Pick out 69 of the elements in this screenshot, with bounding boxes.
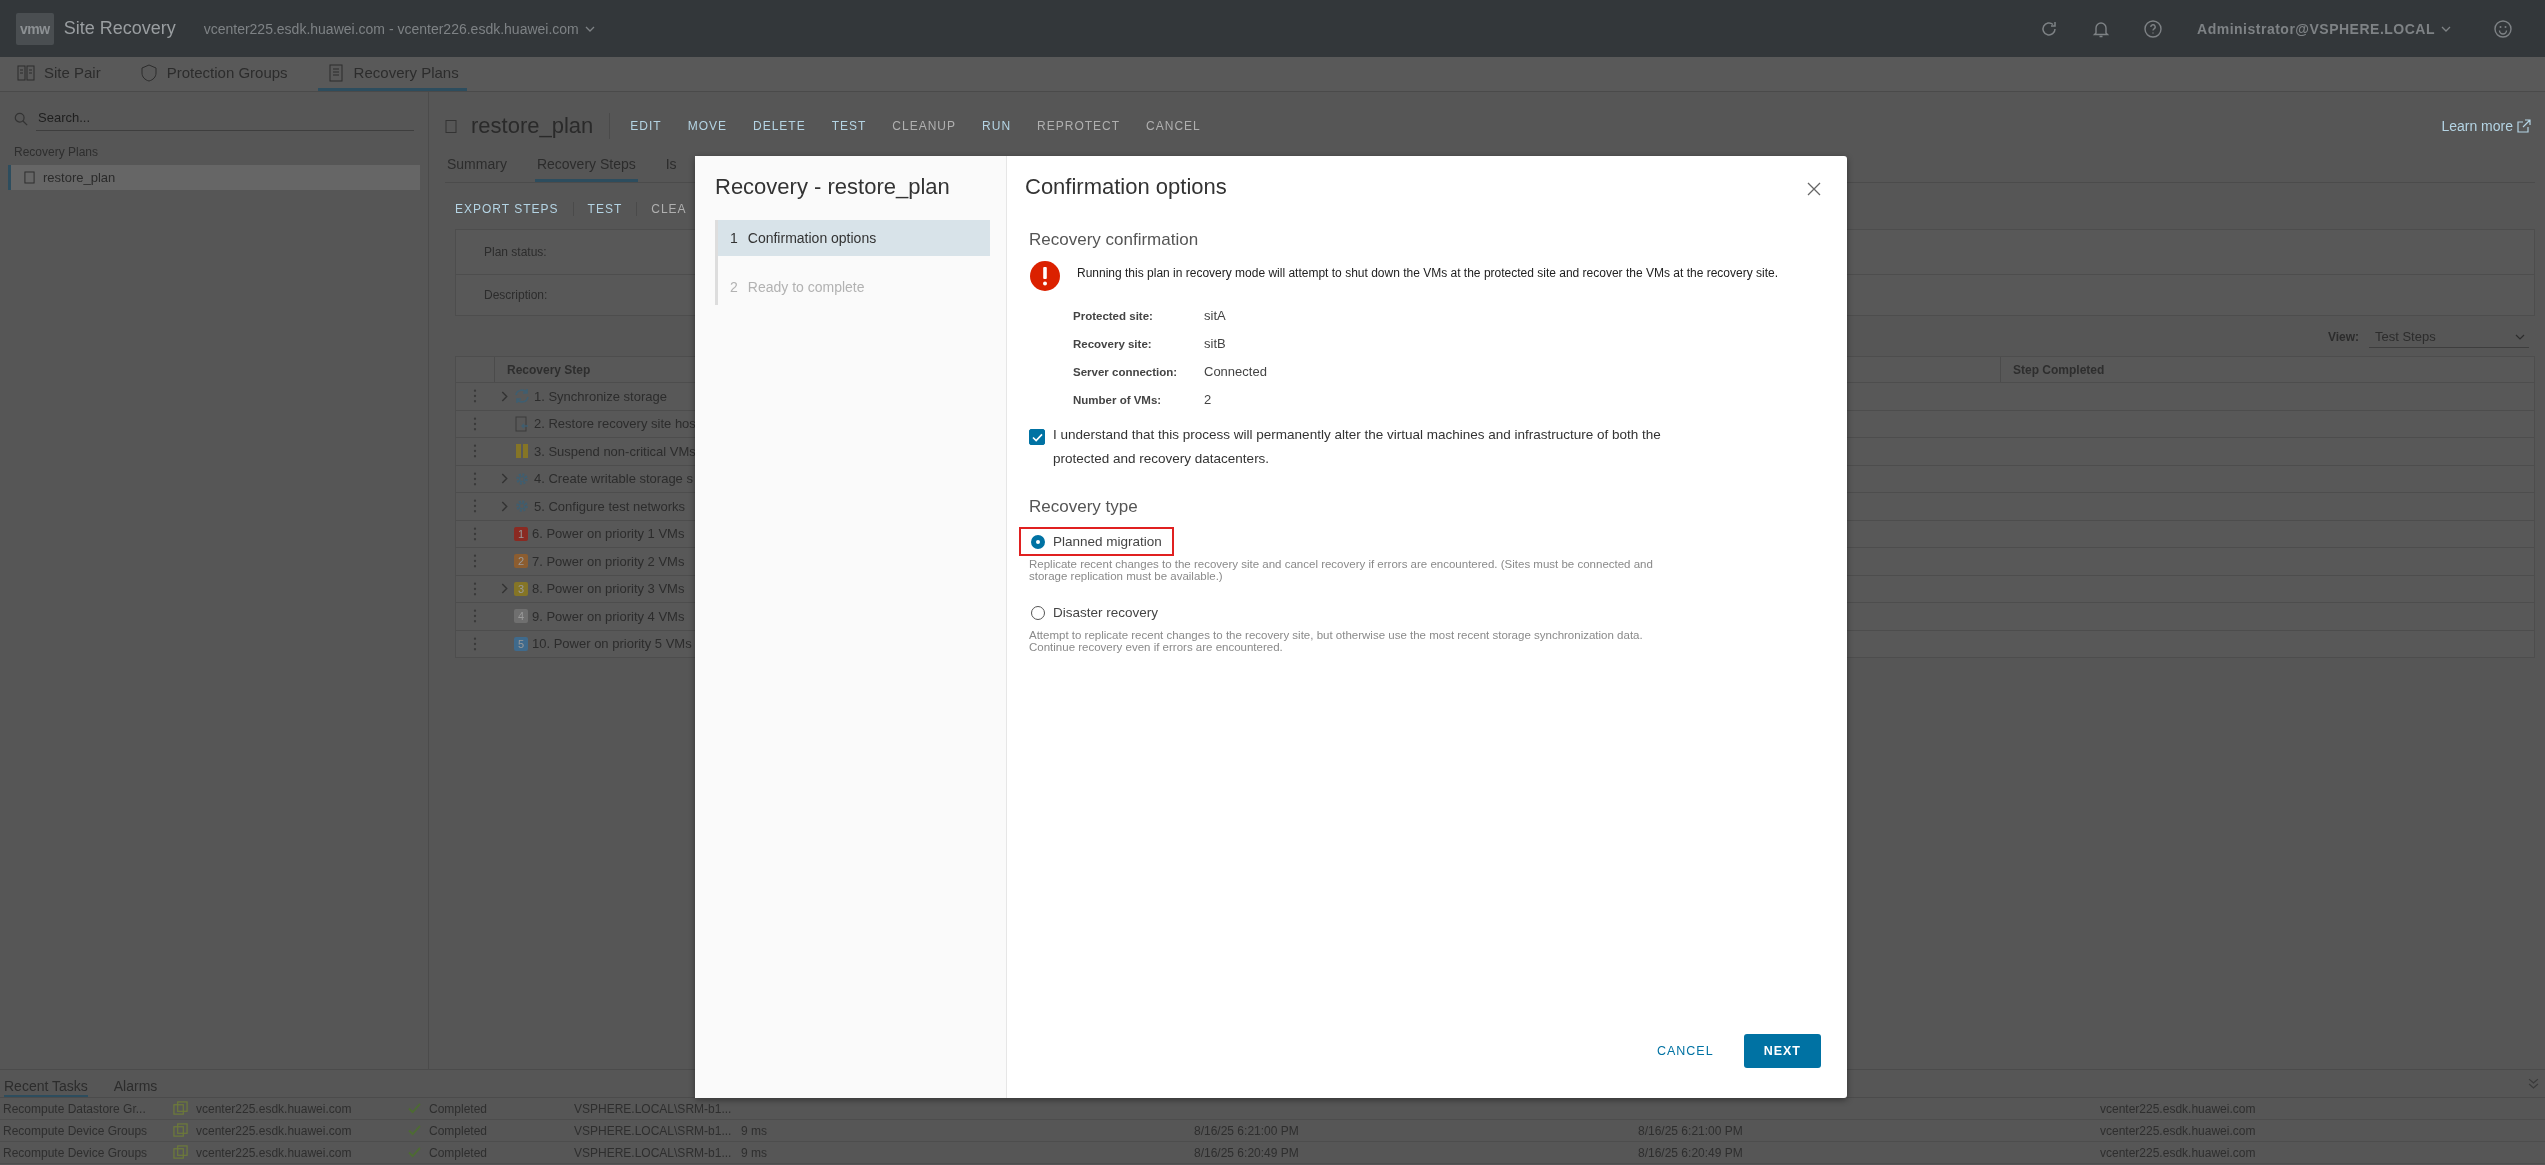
radio-label: Disaster recovery <box>1053 605 1159 620</box>
chevron-down-icon <box>2515 333 2525 340</box>
chevron-down-icon <box>2441 25 2451 32</box>
detail-label: Number of VMs: <box>1073 393 1163 406</box>
external-link-icon <box>2517 119 2531 133</box>
site-pair-dropdown[interactable]: vcenter225.esdk.huawei.com - vcenter226.esdk.huawei.com <box>203 20 595 37</box>
smiley-icon[interactable] <box>2493 18 2513 39</box>
toolbar-button[interactable]: EXPORT STEPS <box>455 202 559 216</box>
tree-item[interactable]: restore_plan <box>8 165 420 190</box>
checkbox[interactable] <box>1029 429 1045 445</box>
priority-badge: 5 <box>514 636 528 651</box>
checkmark-icon <box>408 1103 421 1114</box>
detail-value: Connected <box>1204 364 1268 379</box>
server-icon <box>173 1123 188 1138</box>
priority-badge: 3 <box>514 581 528 596</box>
section-heading: Recovery type <box>1029 497 1139 517</box>
learn-more-link[interactable]: Learn more <box>2441 118 2531 134</box>
server-icon <box>173 1145 188 1160</box>
chevron-right-icon[interactable] <box>500 390 508 402</box>
shield-icon <box>138 62 159 83</box>
action-button[interactable]: EDIT <box>630 119 662 133</box>
dialog-title: Recovery - restore_plan <box>715 174 951 200</box>
section-heading: Recovery confirmation <box>1029 230 1200 250</box>
sync-icon <box>514 388 530 405</box>
action-button[interactable]: TEST <box>831 119 867 133</box>
checkmark-icon <box>408 1125 421 1136</box>
action-button[interactable]: RUN <box>982 119 1012 133</box>
detail-label: Protected site: <box>1073 309 1154 322</box>
user-menu[interactable]: Administrator@VSPHERE.LOCAL <box>2197 20 2451 37</box>
cancel-button[interactable]: CANCEL <box>1646 1036 1724 1066</box>
logo: vmw <box>16 12 54 45</box>
checkbox-label: I understand that this process will permanently alter the virtual machines and infrastructure of both the protected and recovery datacenters. <box>1053 426 1662 468</box>
detail-value: sitB <box>1204 336 1227 351</box>
product-name: Site Recovery <box>63 18 176 39</box>
columns-icon <box>16 62 36 83</box>
priority-badge: 1 <box>514 526 528 541</box>
action-button[interactable]: MOVE <box>687 119 727 133</box>
detail-label: Server connection: <box>1073 365 1179 378</box>
chevron-right-icon[interactable] <box>500 500 508 512</box>
chevron-right-icon[interactable] <box>500 473 508 485</box>
chevron-down-icon <box>584 25 595 32</box>
page-title: Confirmation options <box>1025 174 1227 200</box>
error-icon <box>1029 260 1061 292</box>
server-icon <box>173 1101 188 1116</box>
chevron-right-icon[interactable] <box>500 583 508 595</box>
checkmark-icon <box>408 1147 421 1158</box>
gear-icon <box>514 470 530 487</box>
document-icon <box>445 118 457 134</box>
priority-badge: 2 <box>514 554 528 569</box>
detail-label: Recovery site: <box>1073 337 1153 350</box>
wizard-step[interactable]: 1 Confirmation options <box>718 220 990 256</box>
search-icon <box>14 111 28 126</box>
gear-icon <box>514 498 530 515</box>
option-description: Attempt to replicate recent changes to the recovery site, but otherwise use the most recent storage synchronization data. Continue recovery even if errors are encountered. <box>1029 629 1644 653</box>
double-chevron-down-icon[interactable] <box>2528 1078 2539 1089</box>
next-button[interactable]: NEXT <box>1743 1034 1821 1068</box>
close-icon[interactable] <box>1807 182 1821 196</box>
search-field[interactable]: Search... <box>36 106 414 131</box>
detail-value: sitA <box>1204 308 1227 323</box>
option-description: Replicate recent changes to the recovery site and cancel recovery if errors are encountered. (Sites must be connected and storage replication must be available.) <box>1029 558 1654 582</box>
action-button[interactable]: DELETE <box>753 119 806 133</box>
toolbar-button[interactable]: TEST <box>587 202 623 216</box>
document-icon <box>24 171 35 184</box>
radio-button[interactable] <box>1031 534 1045 549</box>
radio-label: Planned migration <box>1053 534 1162 549</box>
detail-value: 2 <box>1204 392 1213 407</box>
help-icon[interactable] <box>2143 18 2164 39</box>
pause-icon <box>514 443 530 460</box>
warning-message: Running this plan in recovery mode will attempt to shut down the VMs at the protected site and recover the VMs at the recovery site. <box>1077 266 1778 280</box>
